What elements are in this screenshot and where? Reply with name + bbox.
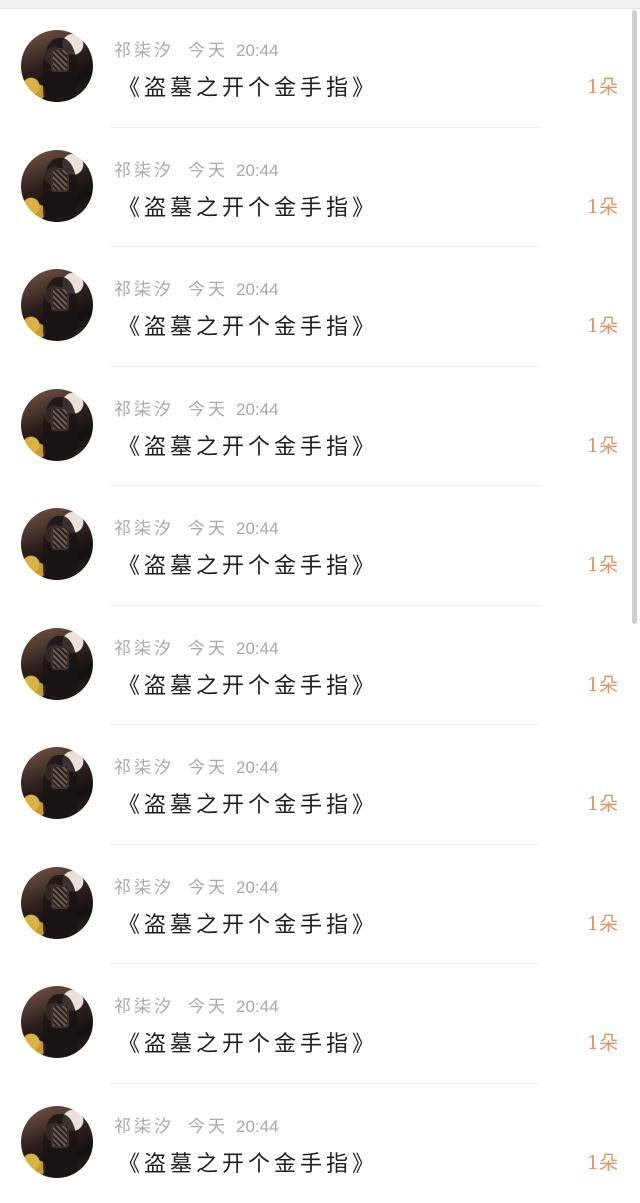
user-name[interactable]: 祁柒汐 <box>114 878 174 898</box>
item-count: 1朵 <box>586 76 618 98</box>
user-name[interactable]: 祁柒汐 <box>114 639 174 659</box>
item-message: 《盗墓之开个金手指》 <box>118 434 379 460</box>
item-day: 今天 <box>188 280 228 300</box>
item-day: 今天 <box>188 399 228 420</box>
item-message: 《盗墓之开个金手指》 <box>118 1032 379 1057</box>
item-meta: 祁柒汐 今天 20:44 <box>114 873 279 898</box>
item-meta: 祁柒汐 今天 20:44 <box>114 1112 279 1137</box>
item-count: 1朵 <box>586 434 618 457</box>
list-item[interactable]: 祁柒汐 今天 20:44 《盗墓之开个金手指》 1朵 <box>0 128 640 247</box>
list-item[interactable]: 祁柒汐 今天 20:44 《盗墓之开个金手指》 1朵 <box>0 845 640 964</box>
avatar[interactable] <box>21 747 93 819</box>
user-name[interactable]: 祁柒汐 <box>114 400 174 420</box>
avatar[interactable] <box>21 30 93 102</box>
item-time: 20:44 <box>236 1116 279 1136</box>
list-item[interactable]: 祁柒汐 今天 20:44 《盗墓之开个金手指》 1朵 <box>0 1084 640 1203</box>
item-time: 20:44 <box>236 399 279 419</box>
user-name[interactable]: 祁柒汐 <box>114 280 174 300</box>
user-name[interactable]: 祁柒汐 <box>114 1117 174 1137</box>
avatar[interactable] <box>21 627 93 700</box>
item-time: 20:44 <box>236 997 279 1016</box>
list-item[interactable]: 祁柒汐 今天 20:44 《盗墓之开个金手指》 1朵 <box>0 367 640 486</box>
item-count: 1朵 <box>586 912 618 935</box>
list-item[interactable]: 祁柒汐 今天 20:44 《盗墓之开个金手指》 1朵 <box>0 8 640 128</box>
item-message: 《盗墓之开个金手指》 <box>118 554 379 579</box>
user-name[interactable]: 祁柒汐 <box>114 758 174 778</box>
item-meta: 祁柒汐 今天 20:44 <box>114 36 279 61</box>
item-message: 《盗墓之开个金手指》 <box>118 912 379 938</box>
user-name[interactable]: 祁柒汐 <box>114 519 174 539</box>
item-day: 今天 <box>188 997 228 1017</box>
item-day: 今天 <box>188 519 228 539</box>
avatar[interactable] <box>21 866 93 939</box>
item-count: 1朵 <box>586 315 618 337</box>
item-meta: 祁柒汐 今天 20:44 <box>114 992 279 1017</box>
item-message: 《盗墓之开个金手指》 <box>118 315 379 340</box>
item-message: 《盗墓之开个金手指》 <box>118 76 379 101</box>
item-count: 1朵 <box>586 1151 618 1174</box>
item-meta: 祁柒汐 今天 20:44 <box>114 395 279 420</box>
item-time: 20:44 <box>236 160 279 180</box>
list-item[interactable]: 祁柒汐 今天 20:44 《盗墓之开个金手指》 1朵 <box>0 606 640 725</box>
user-name[interactable]: 祁柒汐 <box>114 41 174 61</box>
item-message: 《盗墓之开个金手指》 <box>118 673 379 699</box>
item-time: 20:44 <box>236 41 279 60</box>
item-count: 1朵 <box>586 554 618 576</box>
item-day: 今天 <box>188 758 228 778</box>
item-time: 20:44 <box>236 638 279 658</box>
item-day: 今天 <box>188 638 228 659</box>
item-count: 1朵 <box>586 793 618 815</box>
item-count: 1朵 <box>586 1032 618 1054</box>
item-message: 《盗墓之开个金手指》 <box>118 1151 379 1177</box>
item-meta: 祁柒汐 今天 20:44 <box>114 634 279 659</box>
user-name[interactable]: 祁柒汐 <box>114 997 174 1017</box>
scrollbar[interactable] <box>632 10 637 624</box>
avatar[interactable] <box>21 986 93 1058</box>
item-meta: 祁柒汐 今天 20:44 <box>114 156 279 181</box>
item-day: 今天 <box>188 41 228 61</box>
user-name[interactable]: 祁柒汐 <box>114 161 174 181</box>
list-item[interactable]: 祁柒汐 今天 20:44 《盗墓之开个金手指》 1朵 <box>0 486 640 606</box>
avatar[interactable] <box>21 388 93 461</box>
item-time: 20:44 <box>236 519 279 538</box>
gift-record-list: 祁柒汐 今天 20:44 《盗墓之开个金手指》 1朵 祁柒汐 今天 20:44 《盗墓之… <box>0 8 640 1203</box>
item-message: 《盗墓之开个金手指》 <box>118 195 379 221</box>
list-item[interactable]: 祁柒汐 今天 20:44 《盗墓之开个金手指》 1朵 <box>0 247 640 367</box>
item-meta: 祁柒汐 今天 20:44 <box>114 275 279 300</box>
item-meta: 祁柒汐 今天 20:44 <box>114 514 279 539</box>
item-day: 今天 <box>188 877 228 898</box>
item-day: 今天 <box>188 160 228 181</box>
avatar[interactable] <box>21 269 93 341</box>
item-count: 1朵 <box>586 673 618 696</box>
item-meta: 祁柒汐 今天 20:44 <box>114 753 279 778</box>
avatar[interactable] <box>21 508 93 580</box>
item-time: 20:44 <box>236 758 279 777</box>
item-time: 20:44 <box>236 877 279 897</box>
avatar[interactable] <box>21 149 93 222</box>
avatar[interactable] <box>21 1105 93 1178</box>
list-item[interactable]: 祁柒汐 今天 20:44 《盗墓之开个金手指》 1朵 <box>0 725 640 845</box>
item-time: 20:44 <box>236 280 279 299</box>
item-day: 今天 <box>188 1116 228 1137</box>
item-message: 《盗墓之开个金手指》 <box>118 793 379 818</box>
item-count: 1朵 <box>586 195 618 218</box>
list-item[interactable]: 祁柒汐 今天 20:44 《盗墓之开个金手指》 1朵 <box>0 964 640 1084</box>
